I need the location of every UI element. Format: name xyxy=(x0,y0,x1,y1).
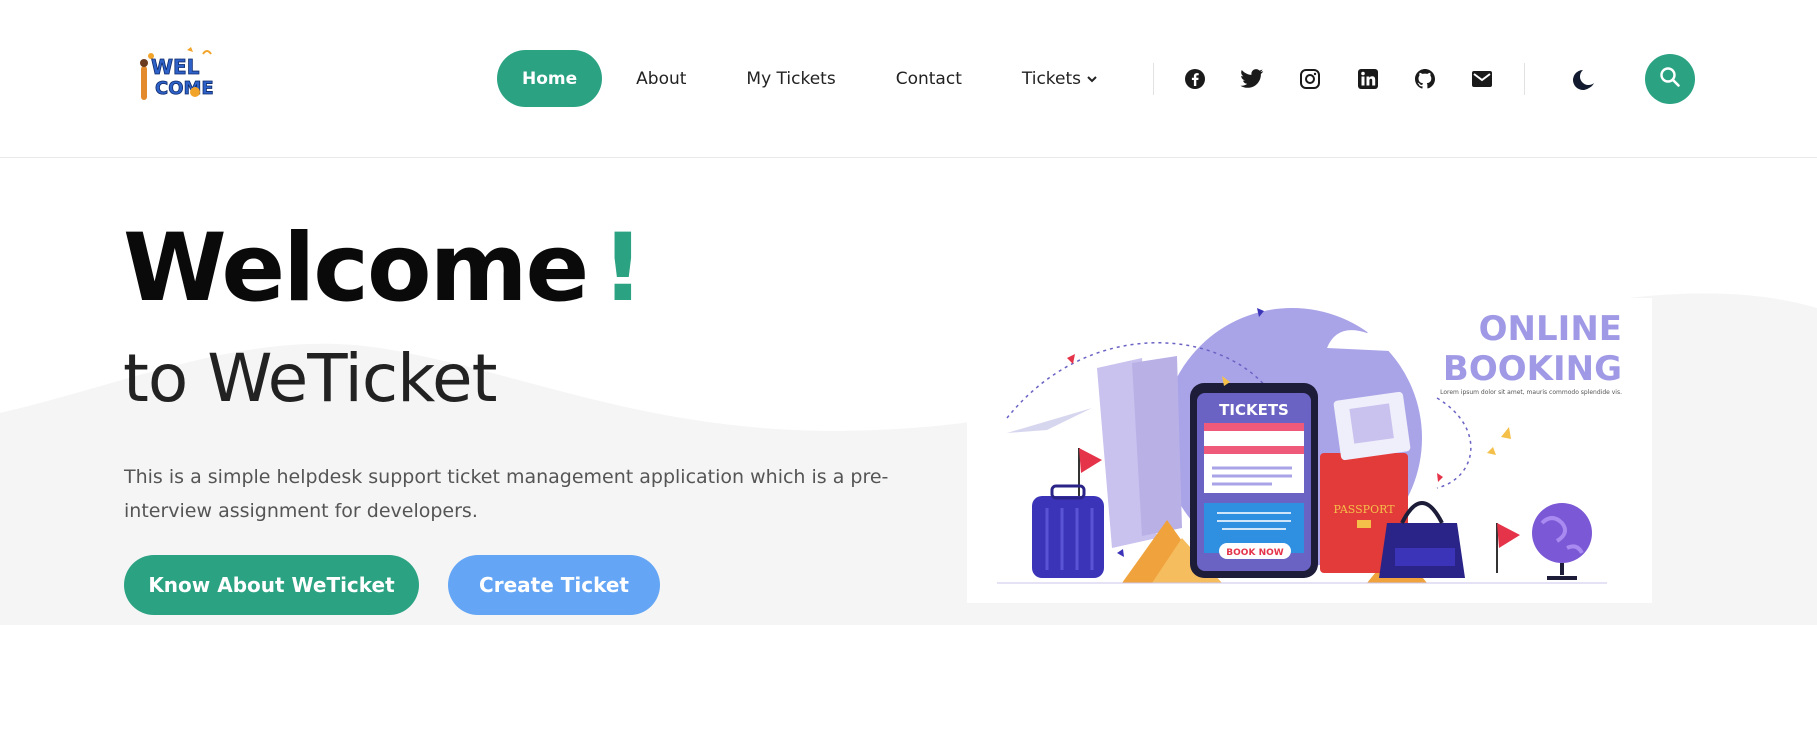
twitter-icon[interactable] xyxy=(1238,64,1266,94)
search-icon xyxy=(1659,66,1681,93)
facebook-icon[interactable] xyxy=(1181,64,1209,94)
create-ticket-button-label: Create Ticket xyxy=(479,573,629,597)
nav-my-tickets-label: My Tickets xyxy=(746,68,836,89)
linkedin-icon[interactable] xyxy=(1354,64,1382,94)
globe-icon xyxy=(1532,503,1592,563)
mail-icon[interactable] xyxy=(1468,64,1496,94)
know-about-button-label: Know About WeTicket xyxy=(148,573,395,597)
create-ticket-button[interactable]: Create Ticket xyxy=(448,555,660,615)
divider xyxy=(1153,63,1154,95)
flag-icon xyxy=(1079,448,1102,473)
svg-text:BOOK NOW: BOOK NOW xyxy=(1226,548,1283,558)
svg-text:COME: COME xyxy=(155,78,214,99)
svg-text:Lorem ipsum dolor sit amet, ma: Lorem ipsum dolor sit amet, mauris commo… xyxy=(1440,389,1622,396)
svg-text:PASSPORT: PASSPORT xyxy=(1333,503,1395,516)
know-about-button[interactable]: Know About WeTicket xyxy=(124,555,419,615)
site-header: WEL COME Home About My Tickets Contact T… xyxy=(0,0,1817,158)
paper-plane-icon xyxy=(1007,408,1092,433)
hero-title: Welcome! xyxy=(123,222,644,316)
hero-title-exclamation: ! xyxy=(601,214,644,323)
nav-home-label: Home xyxy=(522,68,578,89)
hero-description: This is a simple helpdesk support ticket… xyxy=(124,466,889,522)
nav-contact-label: Contact xyxy=(895,68,962,89)
online-booking-illustration: TICKETS BOOK NOW PASSPORT ONLINE BOOKING… xyxy=(967,298,1652,603)
instagram-icon[interactable] xyxy=(1296,64,1324,94)
chevron-down-icon xyxy=(1086,69,1098,89)
hero-subtitle: to WeTicket xyxy=(123,340,497,417)
nav-tickets-dropdown[interactable]: Tickets xyxy=(1022,50,1098,107)
nav-about[interactable]: About xyxy=(636,50,686,107)
nav-home[interactable]: Home xyxy=(497,50,603,107)
hero-title-text: Welcome xyxy=(123,214,589,323)
nav-about-label: About xyxy=(636,68,687,89)
main-nav: Home About My Tickets Contact Tickets xyxy=(497,50,1098,107)
github-icon[interactable] xyxy=(1411,64,1439,94)
nav-tickets-label: Tickets xyxy=(1021,68,1082,89)
svg-text:ONLINE: ONLINE xyxy=(1479,309,1622,349)
moon-icon[interactable] xyxy=(1569,64,1599,94)
welcome-logo[interactable]: WEL COME xyxy=(137,46,217,104)
divider xyxy=(1524,63,1525,95)
svg-text:WEL: WEL xyxy=(151,55,200,79)
search-button[interactable] xyxy=(1645,54,1695,104)
svg-text:BOOKING: BOOKING xyxy=(1443,349,1622,389)
nav-contact[interactable]: Contact xyxy=(896,50,962,107)
svg-text:TICKETS: TICKETS xyxy=(1219,401,1289,419)
nav-my-tickets[interactable]: My Tickets xyxy=(746,50,835,107)
